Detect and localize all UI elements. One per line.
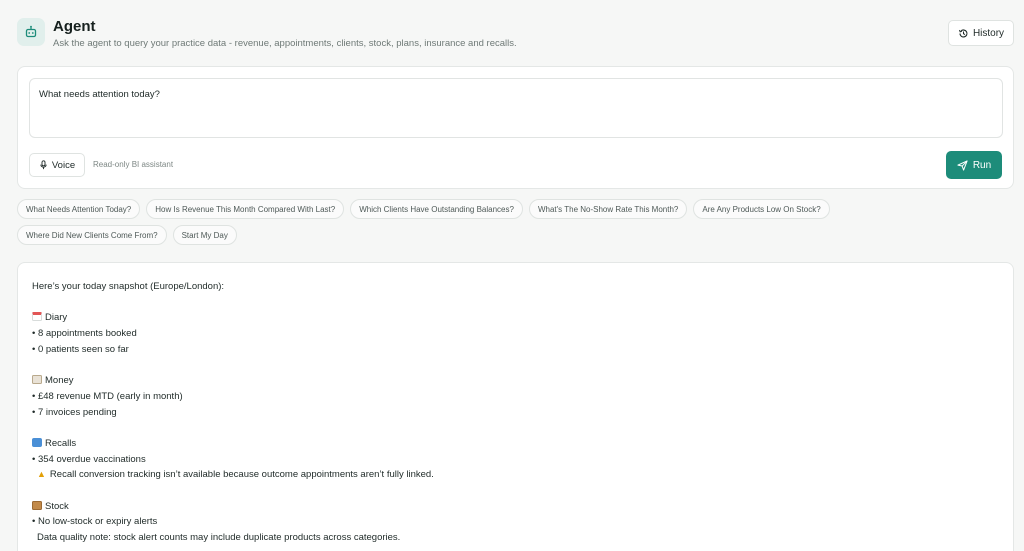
recalls-warning: ▲ Recall conversion tracking isn’t availa… (32, 467, 999, 483)
robot-icon (17, 18, 45, 46)
diary-line: • 0 patients seen so far (32, 343, 129, 355)
warning-icon: ▲ (37, 469, 46, 480)
query-card: What needs attention today? Voice Read-o… (17, 66, 1014, 189)
page-title: Agent (53, 18, 96, 35)
query-input[interactable]: What needs attention today? (29, 78, 1003, 138)
suggestion-chip[interactable]: Are Any Products Low On Stock? (693, 199, 830, 219)
suggestion-chip[interactable]: What's The No-Show Rate This Month? (528, 199, 688, 219)
suggestion-chip[interactable]: Where Did New Clients Come From? (17, 225, 167, 245)
result-intro: Here’s your today snapshot (Europe/Londo… (32, 281, 225, 292)
stock-heading: Stock (32, 499, 999, 515)
stock-note: Data quality note: stock alert counts ma… (37, 532, 401, 543)
suggestion-chips: What Needs Attention Today? How Is Reven… (17, 199, 877, 245)
readonly-label: Read-only BI assistant (93, 160, 174, 169)
money-line: • 7 invoices pending (32, 406, 117, 418)
run-label: Run (972, 159, 992, 171)
money-icon (32, 375, 42, 385)
page-header: Agent Ask the agent to query your practi… (17, 0, 1014, 62)
repeat-icon (32, 437, 42, 447)
voice-button[interactable]: Voice (29, 153, 85, 177)
suggestion-chip[interactable]: Which Clients Have Outstanding Balances? (350, 199, 523, 219)
agent-page: Agent Ask the agent to query your practi… (0, 0, 1024, 551)
money-line: • £48 revenue MTD (early in month) (32, 390, 183, 402)
history-icon (958, 28, 968, 37)
recalls-heading: Recalls (32, 436, 999, 452)
result-card: Here’s your today snapshot (Europe/Londo… (17, 262, 1014, 551)
history-button[interactable]: History (948, 20, 1014, 46)
run-button[interactable]: Run (946, 151, 1002, 179)
suggestion-chip[interactable]: How Is Revenue This Month Compared With … (146, 199, 345, 219)
history-label: History (972, 27, 1005, 39)
package-icon (32, 500, 42, 510)
diary-line: • 8 appointments booked (32, 328, 137, 340)
recalls-line: • 354 overdue vaccinations (32, 453, 146, 465)
microphone-icon (40, 160, 47, 170)
diary-heading: Diary (32, 310, 999, 326)
stock-line: • No low-stock or expiry alerts (32, 516, 158, 528)
calendar-icon (32, 312, 42, 322)
money-heading: Money (32, 373, 999, 389)
page-subtitle: Ask the agent to query your practice dat… (53, 38, 517, 49)
voice-label: Voice (51, 159, 76, 171)
suggestion-chip[interactable]: What Needs Attention Today? (17, 199, 141, 219)
suggestion-chip[interactable]: Start My Day (172, 225, 237, 245)
send-icon (957, 159, 968, 171)
